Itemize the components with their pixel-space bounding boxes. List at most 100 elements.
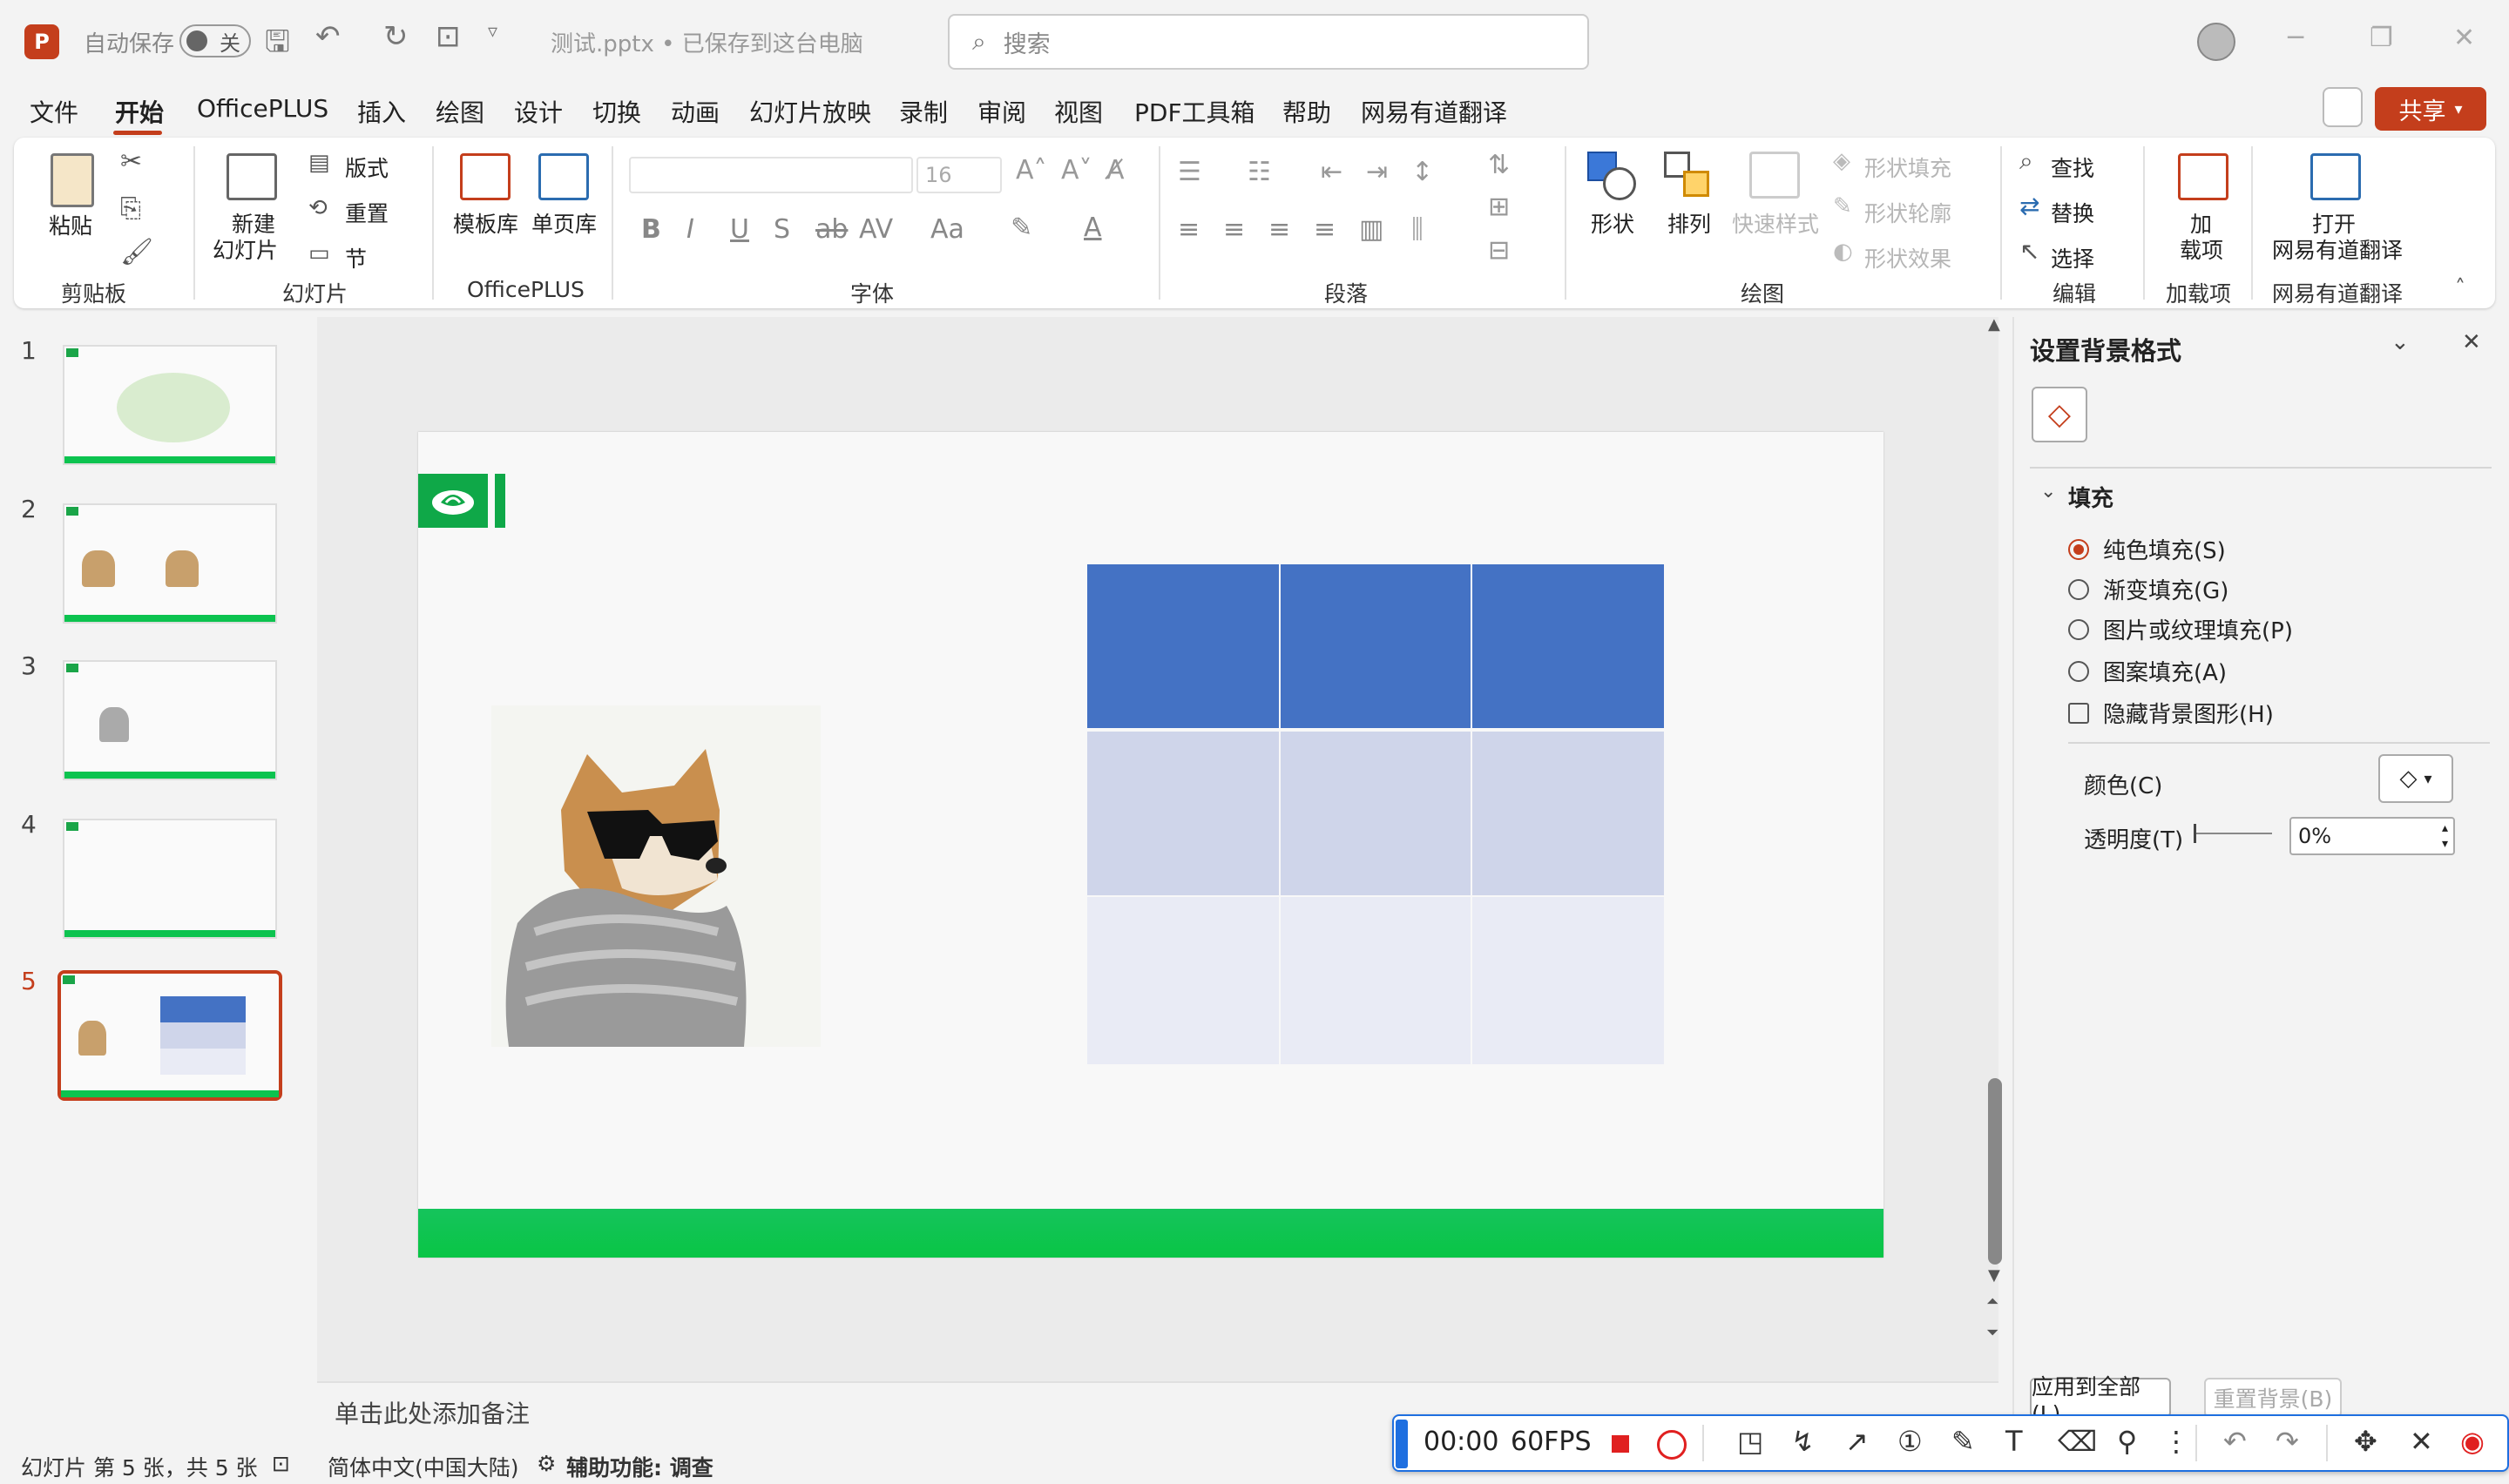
font-size-combo[interactable]: 16 bbox=[916, 157, 1002, 193]
reset-label[interactable]: 重置 bbox=[345, 197, 389, 228]
share-button[interactable]: 共享 ▾ bbox=[2375, 87, 2486, 131]
radio-button[interactable] bbox=[2068, 660, 2089, 682]
accessibility-status[interactable]: 辅助功能: 调查 bbox=[566, 1451, 713, 1482]
scroll-up-icon[interactable]: ▲ bbox=[1988, 315, 2000, 334]
table-cell[interactable] bbox=[1281, 897, 1471, 1064]
picture-fill-option[interactable]: 图片或纹理填充(P) bbox=[2068, 613, 2293, 645]
shapes-label[interactable]: 形状 bbox=[1591, 207, 1634, 239]
tab-record[interactable]: 录制 bbox=[899, 94, 948, 129]
increase-font-icon[interactable]: A˄ bbox=[1016, 155, 1047, 186]
notes-placeholder[interactable]: 单击此处添加备注 bbox=[335, 1395, 530, 1430]
undo-annotation-icon[interactable]: ↶ bbox=[2223, 1425, 2247, 1458]
smartart-icon[interactable]: ⊟ bbox=[1488, 235, 1510, 266]
slide-thumbnail-4[interactable] bbox=[63, 819, 277, 939]
collapse-ribbon-icon[interactable]: ˄ bbox=[2455, 275, 2465, 300]
shadow-icon[interactable]: S bbox=[774, 214, 790, 245]
tab-officeplus[interactable]: OfficePLUS bbox=[197, 94, 328, 123]
replace-icon[interactable]: ⇄ bbox=[2019, 192, 2039, 220]
redo-icon[interactable]: ↻ bbox=[383, 19, 409, 54]
slide-thumbnail-3[interactable] bbox=[63, 660, 277, 780]
tab-draw[interactable]: 绘图 bbox=[436, 94, 484, 129]
youdao-label-2[interactable]: 网易有道翻译 bbox=[2272, 233, 2403, 265]
tab-view[interactable]: 视图 bbox=[1054, 94, 1103, 129]
italic-icon[interactable]: I bbox=[686, 214, 694, 245]
layout-label[interactable]: 版式 bbox=[345, 152, 389, 183]
align-text-icon[interactable]: ⊞ bbox=[1488, 192, 1510, 222]
arrange-label[interactable]: 排列 bbox=[1667, 207, 1711, 239]
spinner-icon[interactable]: ▴ ▾ bbox=[2442, 820, 2448, 852]
distributed-icon[interactable]: ▥ bbox=[1359, 214, 1383, 245]
select-label[interactable]: 选择 bbox=[2051, 242, 2094, 273]
transparency-slider-track[interactable] bbox=[2194, 833, 2272, 834]
bold-icon[interactable]: B bbox=[641, 214, 661, 245]
underline-icon[interactable]: U bbox=[730, 214, 749, 245]
more-options-icon[interactable]: ⋮ bbox=[2162, 1425, 2190, 1458]
table-cell[interactable] bbox=[1472, 897, 1664, 1064]
single-page-library-label[interactable]: 单页库 bbox=[531, 207, 597, 239]
fill-tab-icon[interactable]: ◇ bbox=[2032, 387, 2087, 442]
change-case-icon[interactable]: Aa bbox=[930, 214, 964, 245]
new-slide-icon[interactable] bbox=[227, 153, 277, 200]
customize-qat-icon[interactable]: ▿ bbox=[488, 21, 497, 43]
language-status[interactable]: 简体中文(中国大陆) bbox=[328, 1451, 519, 1482]
slide-table[interactable] bbox=[1087, 564, 1664, 1064]
table-cell[interactable] bbox=[1087, 897, 1279, 1064]
shape-fill-label[interactable]: 形状填充 bbox=[1864, 152, 1951, 183]
tab-youdao[interactable]: 网易有道翻译 bbox=[1361, 94, 1507, 129]
table-header-cell[interactable] bbox=[1281, 564, 1471, 728]
arrow-tool-icon[interactable]: ↗ bbox=[1845, 1425, 1869, 1458]
shape-tool-icon[interactable]: ◳ bbox=[1737, 1425, 1763, 1458]
restore-icon[interactable]: ❐ bbox=[2370, 23, 2393, 53]
user-avatar[interactable] bbox=[2197, 23, 2235, 61]
find-label[interactable]: 查找 bbox=[2051, 152, 2094, 183]
eraser-tool-icon[interactable]: ⌫ bbox=[2058, 1425, 2097, 1458]
quick-styles-icon[interactable] bbox=[1749, 152, 1800, 199]
paste-icon[interactable] bbox=[51, 153, 94, 207]
reset-background-button[interactable]: 重置背景(B) bbox=[2204, 1378, 2342, 1418]
font-color-icon[interactable]: A bbox=[1084, 212, 1102, 243]
accessibility-icon[interactable]: ⚙ bbox=[537, 1451, 556, 1476]
copy-icon[interactable]: ⎘ bbox=[120, 193, 141, 224]
addins-label-2[interactable]: 载项 bbox=[2180, 233, 2223, 265]
apply-to-all-button[interactable]: 应用到全部(L) bbox=[2030, 1374, 2171, 1427]
columns-icon[interactable]: ⫼ bbox=[1411, 214, 1424, 245]
tab-design[interactable]: 设计 bbox=[514, 94, 563, 129]
decrease-font-icon[interactable]: A˅ bbox=[1061, 155, 1092, 186]
text-direction-icon[interactable]: ⇅ bbox=[1488, 150, 1510, 180]
save-icon[interactable]: 🖫 bbox=[265, 21, 290, 71]
next-slide-icon[interactable]: ⏷ bbox=[1986, 1324, 1998, 1342]
char-spacing-icon[interactable]: AV bbox=[859, 214, 893, 245]
highlight-icon[interactable]: ✎ bbox=[1011, 212, 1032, 243]
solid-fill-option[interactable]: 纯色填充(S) bbox=[2068, 533, 2226, 565]
undo-icon[interactable]: ↶ bbox=[315, 19, 341, 54]
shape-effect-label[interactable]: 形状效果 bbox=[1864, 242, 1951, 273]
addins-icon[interactable] bbox=[2178, 153, 2228, 200]
youdao-translate-icon[interactable] bbox=[2310, 153, 2361, 200]
spotlight-tool-icon[interactable]: ⚲ bbox=[2117, 1425, 2137, 1458]
close-window-icon[interactable]: ✕ bbox=[2453, 23, 2475, 53]
tab-slideshow[interactable]: 幻灯片放映 bbox=[749, 94, 871, 129]
scrollbar-thumb[interactable] bbox=[1988, 1078, 2002, 1265]
line-spacing-icon[interactable]: ↕ bbox=[1411, 157, 1433, 187]
table-cell[interactable] bbox=[1087, 732, 1279, 895]
shape-outline-icon[interactable]: ✎ bbox=[1833, 193, 1852, 219]
fill-section-title[interactable]: 填充 bbox=[2068, 481, 2113, 513]
strikethrough-icon[interactable]: ab bbox=[815, 214, 848, 245]
section-icon[interactable]: ▭ bbox=[308, 240, 330, 266]
font-name-combo[interactable] bbox=[629, 157, 913, 193]
autosave-toggle[interactable]: 关 bbox=[179, 24, 251, 57]
document-title[interactable]: 测试.pptx • 已保存到这台电脑 bbox=[551, 26, 863, 58]
color-picker-button[interactable]: ◇ ▾ bbox=[2378, 754, 2453, 803]
tab-review[interactable]: 审阅 bbox=[977, 94, 1026, 129]
increase-indent-icon[interactable]: ⇥ bbox=[1366, 157, 1388, 187]
notes-status-icon[interactable]: ⊡ bbox=[272, 1451, 290, 1476]
tab-transitions[interactable]: 切换 bbox=[592, 94, 641, 129]
tab-file[interactable]: 文件 bbox=[30, 94, 78, 129]
tab-insert[interactable]: 插入 bbox=[357, 94, 406, 129]
transparency-slider-thumb[interactable] bbox=[2194, 824, 2196, 843]
minimize-icon[interactable]: ─ bbox=[2288, 23, 2303, 53]
template-library-label[interactable]: 模板库 bbox=[453, 207, 518, 239]
arrange-icon[interactable] bbox=[1664, 152, 1714, 199]
pen-tool-icon[interactable]: ✎ bbox=[1951, 1425, 1975, 1458]
table-header-cell[interactable] bbox=[1087, 564, 1279, 728]
